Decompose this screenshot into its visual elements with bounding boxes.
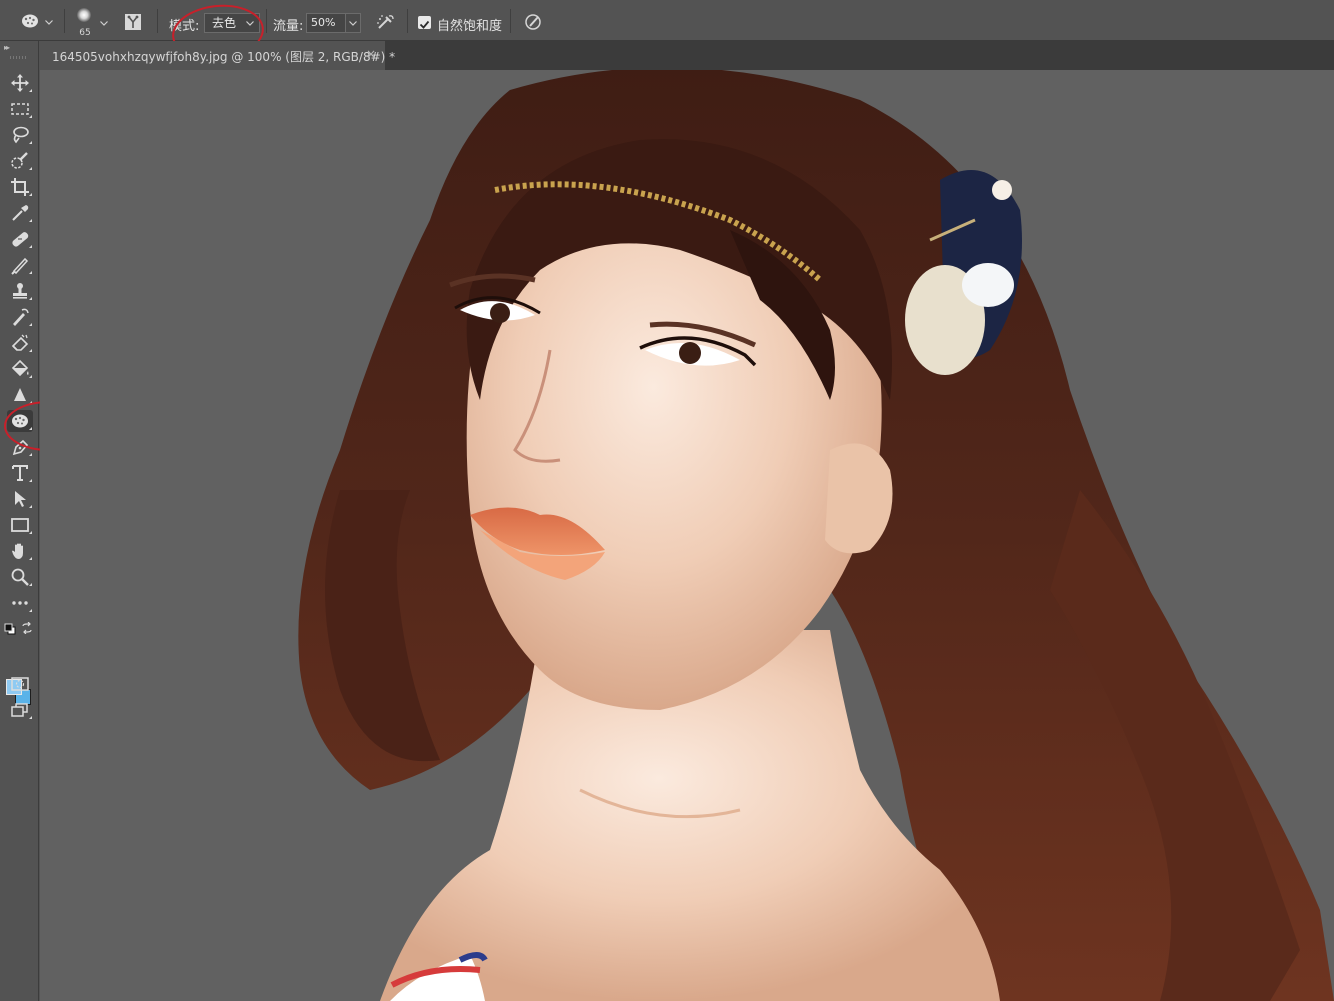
marquee-tool[interactable] <box>7 98 33 120</box>
separator <box>157 9 158 33</box>
type-tool[interactable] <box>7 462 33 484</box>
crop-icon <box>11 178 29 196</box>
lasso-icon <box>13 126 29 144</box>
path-selection-icon <box>15 491 26 507</box>
separator <box>407 9 408 33</box>
quick-mask-button[interactable] <box>7 673 33 695</box>
crop-tool[interactable] <box>7 176 33 198</box>
airbrush-button[interactable] <box>376 13 396 31</box>
quick-selection-icon <box>11 152 28 169</box>
history-brush-tool[interactable] <box>7 306 33 328</box>
swap-arrows-icon <box>22 621 32 635</box>
airbrush-icon <box>377 15 394 29</box>
more-icon <box>12 601 28 605</box>
flow-slider-button[interactable] <box>345 13 361 33</box>
brush-tool[interactable] <box>7 254 33 276</box>
move-tool[interactable] <box>7 72 33 94</box>
rectangle-icon <box>11 518 29 532</box>
brush-preset-picker[interactable]: 65 <box>74 4 108 38</box>
document-canvas[interactable] <box>40 70 1334 1001</box>
blur-icon <box>14 388 26 401</box>
separator <box>510 9 511 33</box>
flow-label: 流量: <box>273 19 304 34</box>
document-tab-bar: 164505vohxhzqywfjfoh8y.jpg @ 100% (图层 2,… <box>40 41 1334 70</box>
chevron-down-icon <box>100 21 108 26</box>
tools-panel: ▸▸ <box>0 41 39 1001</box>
flow-input[interactable]: 50% <box>306 13 346 33</box>
brush-tip-preview <box>77 8 91 22</box>
close-tab-button[interactable]: × <box>366 47 376 61</box>
separator <box>64 9 65 33</box>
type-icon <box>12 465 28 481</box>
eyedropper-tool[interactable] <box>7 202 33 224</box>
screen-mode-button[interactable] <box>7 699 33 721</box>
eyedropper-icon <box>12 205 29 221</box>
bucket-icon <box>11 359 29 377</box>
vibrance-checkbox[interactable] <box>418 16 431 29</box>
brush-panel-icon <box>125 14 141 30</box>
hand-tool[interactable] <box>7 540 33 562</box>
toolbar-grip[interactable] <box>10 56 28 59</box>
options-bar: 65 模式: 去色 流量: 50% 自然饱和度 <box>0 0 1334 65</box>
quick-mask-icon <box>11 677 29 691</box>
document-title: 164505vohxhzqywfjfoh8y.jpg @ 100% (图层 2,… <box>52 50 396 64</box>
default-colors-button[interactable] <box>4 620 16 635</box>
path-selection-tool[interactable] <box>7 488 33 510</box>
clone-stamp-tool[interactable] <box>7 280 33 302</box>
eraser-tool[interactable] <box>7 332 33 354</box>
separator <box>266 9 267 33</box>
vibrance-label: 自然饱和度 <box>437 19 503 34</box>
collapse-toolbar-button[interactable]: ▸▸ <box>4 43 10 52</box>
document-tab[interactable]: 164505vohxhzqywfjfoh8y.jpg @ 100% (图层 2,… <box>40 41 395 70</box>
paint-bucket-tool[interactable] <box>7 358 33 380</box>
sponge-icon <box>22 14 38 28</box>
screen-mode-icon <box>11 703 28 717</box>
flow-value: 50% <box>311 16 336 29</box>
quick-selection-tool[interactable] <box>7 150 33 172</box>
marquee-icon <box>11 103 29 115</box>
eraser-icon <box>11 334 29 351</box>
bandage-icon <box>12 232 29 247</box>
brush-settings-panel-button[interactable] <box>124 13 142 31</box>
history-brush-icon <box>13 308 29 326</box>
chevron-down-icon <box>45 20 53 25</box>
brush-size-label: 65 <box>79 28 91 38</box>
swap-colors-button[interactable] <box>21 619 33 635</box>
move-icon <box>11 74 29 92</box>
portrait-photo <box>298 70 1334 1001</box>
zoom-tool[interactable] <box>7 566 33 588</box>
brush-icon <box>11 257 29 275</box>
pressure-size-button[interactable] <box>524 13 544 31</box>
pressure-pen-icon <box>525 14 541 30</box>
stamp-icon <box>13 283 27 299</box>
zoom-icon <box>11 568 29 586</box>
rectangle-tool[interactable] <box>7 514 33 536</box>
healing-brush-tool[interactable] <box>7 228 33 250</box>
default-colors-icon <box>4 623 16 635</box>
hand-icon <box>12 543 23 559</box>
edit-toolbar[interactable] <box>7 592 33 614</box>
lasso-tool[interactable] <box>7 124 33 146</box>
tool-preset-picker[interactable] <box>20 12 58 32</box>
chevron-down-icon <box>349 21 357 26</box>
checkmark-icon <box>419 20 430 29</box>
